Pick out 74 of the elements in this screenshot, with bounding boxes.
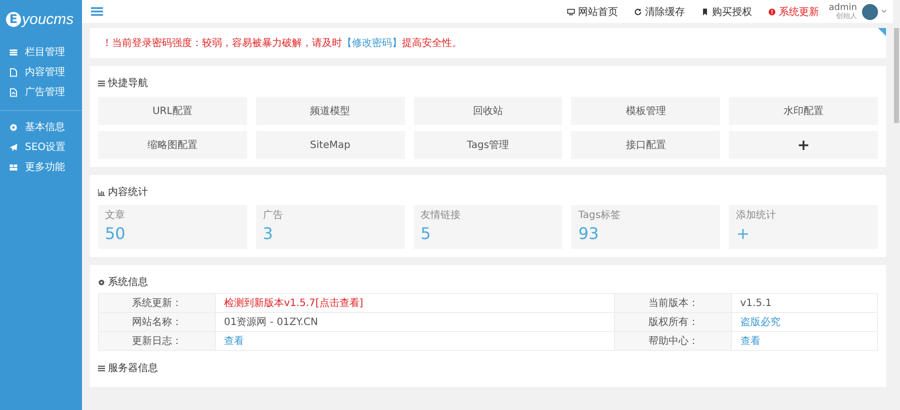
stat-tile[interactable]: 文章 50 [98, 205, 247, 249]
stat-value: 3 [262, 224, 274, 243]
stat-value: 93 [578, 224, 600, 243]
quick-nav-tile[interactable]: 接口配置 [571, 131, 720, 159]
sidebar-item[interactable]: 广告管理 [0, 82, 82, 102]
paper-plane-icon [9, 142, 18, 152]
refresh-icon [634, 8, 642, 16]
quick-nav-tile[interactable]: 回收站 [414, 97, 562, 125]
menu-icon[interactable] [91, 6, 103, 17]
list-icon [9, 48, 18, 56]
stat-tile[interactable]: 友情链接 5 [414, 205, 562, 249]
quick-nav-tile[interactable]: Tags管理 [414, 131, 562, 159]
info-link[interactable]: 查看 [732, 332, 878, 350]
quick-nav-tile[interactable]: 频道模型 [256, 97, 405, 125]
quick-nav-tile[interactable]: URL配置 [98, 97, 247, 125]
stat-label: 添加统计 [736, 208, 778, 222]
section-title: 系统信息 [108, 276, 148, 289]
info-label: 版权所有： [614, 312, 732, 332]
top-link[interactable]: 网站首页 [566, 4, 618, 18]
quick-nav-tile[interactable]: 模板管理 [571, 97, 720, 125]
logo-mark: E [6, 12, 21, 26]
stat-label: 文章 [105, 208, 126, 222]
sidebar-item[interactable]: SEO设置 [0, 137, 82, 157]
password-warning: ！当前登录密码强度：较弱，容易被暴力破解，请及时【修改密码】提高安全性。 [102, 36, 463, 50]
change-password-link[interactable]: 【修改密码】 [342, 38, 402, 49]
settings-icon [98, 278, 105, 286]
sidebar-item[interactable]: 更多功能 [0, 157, 82, 177]
section-title: 快捷导航 [108, 76, 148, 90]
sidebar-item[interactable]: 栏目管理 [0, 42, 82, 62]
stat-value: + [736, 224, 751, 243]
info-label: 系统更新： [98, 294, 216, 312]
avatar[interactable] [862, 4, 878, 20]
sidebar-item[interactable]: 内容管理 [0, 62, 82, 82]
stat-label: Tags标签 [578, 208, 622, 222]
stat-value: 5 [420, 224, 432, 243]
list-icon [98, 80, 105, 86]
logo-text: youcms [22, 10, 74, 28]
stat-label: 友情链接 [420, 208, 462, 222]
section-title: 服务器信息 [108, 362, 158, 375]
caret-icon[interactable] [881, 9, 887, 14]
info-value: 01资源网 - 01ZY.CN [216, 312, 615, 332]
quick-nav-tile[interactable]: SiteMap [256, 131, 405, 159]
quick-nav-tile[interactable]: 缩略图配置 [98, 131, 247, 159]
stat-value: 50 [105, 224, 126, 243]
top-link[interactable]: 购买授权 [700, 4, 752, 18]
info-value: v1.5.1 [732, 294, 878, 312]
list-icon [98, 364, 105, 372]
section-title: 内容统计 [108, 186, 148, 199]
monitor-icon [566, 8, 575, 16]
info-value[interactable]: 检测到新版本v1.5.7[点击查看] [216, 294, 615, 312]
bar-chart-icon [98, 188, 105, 196]
quick-nav-tile[interactable]: 水印配置 [729, 97, 878, 125]
alert-icon [768, 8, 776, 16]
info-link[interactable]: 查看 [216, 332, 615, 350]
corner-tag-icon [878, 28, 886, 36]
info-label: 更新日志： [98, 332, 216, 350]
info-label: 网站名称： [98, 312, 216, 332]
top-link[interactable]: 清除缓存 [634, 4, 685, 18]
info-link[interactable]: 盗版必究 [732, 312, 878, 332]
stat-label: 广告 [262, 208, 284, 222]
sidebar-item[interactable]: 基本信息 [0, 117, 82, 137]
stat-tile[interactable]: Tags标签 93 [571, 205, 720, 249]
stat-tile[interactable]: 广告 3 [256, 205, 405, 249]
bookmark-icon [700, 8, 709, 16]
quick-nav-tile[interactable]: + [729, 131, 878, 159]
user-name: admin [828, 4, 857, 12]
grid-icon [9, 162, 18, 172]
settings-icon [9, 122, 18, 132]
stat-tile[interactable]: 添加统计 + [729, 205, 878, 249]
info-label: 帮助中心： [614, 332, 732, 350]
info-label: 当前版本： [614, 294, 732, 312]
top-link[interactable]: 系统更新 [768, 4, 819, 18]
document-icon [9, 88, 18, 96]
file-icon [9, 68, 18, 76]
